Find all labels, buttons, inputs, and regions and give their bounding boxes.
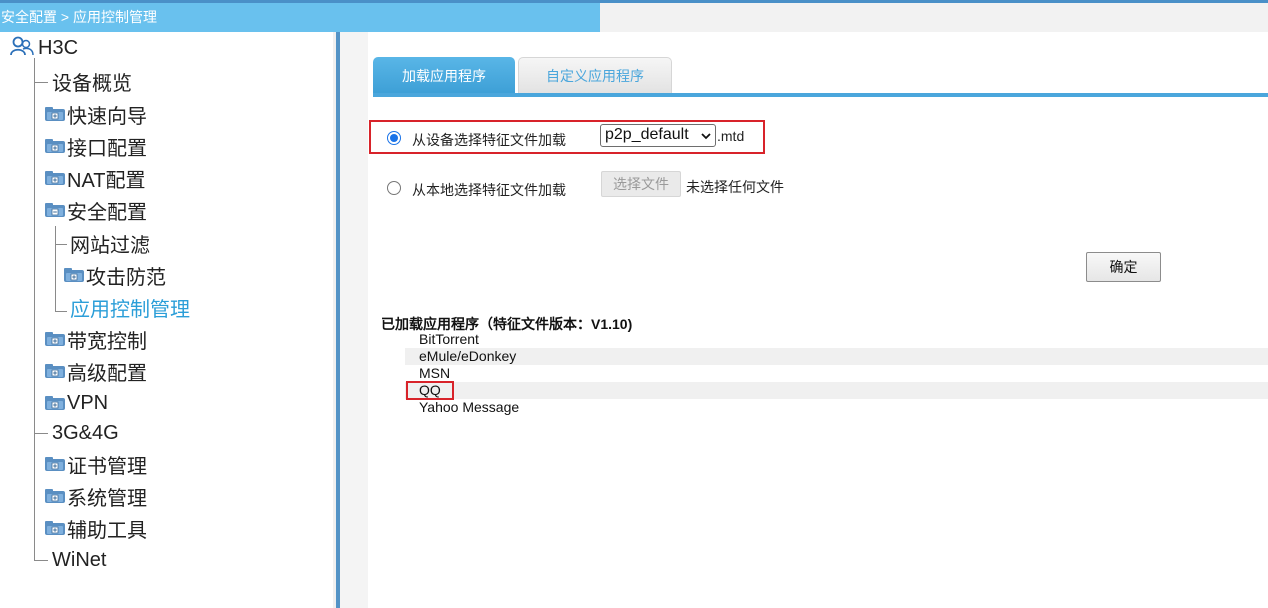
sidebar-item-security-config[interactable]: 安全配置	[44, 196, 147, 224]
sidebar-item-label: 带宽控制	[67, 330, 147, 353]
sidebar-item-attack-defense[interactable]: 攻击防范	[63, 261, 166, 289]
folder-expand-icon	[44, 363, 66, 379]
sidebar-item-certificate-mgmt[interactable]: 证书管理	[44, 450, 147, 478]
sidebar-item-system-mgmt[interactable]: 系统管理	[44, 482, 147, 510]
radio-label-local: 从本地选择特征文件加载	[412, 182, 566, 198]
list-item: QQ	[405, 382, 1268, 399]
sidebar-item-interface-config[interactable]: 接口配置	[44, 132, 147, 160]
tab-underline	[373, 93, 1268, 97]
sidebar-item-label: 快速向导	[67, 105, 147, 128]
sidebar-item-label: 安全配置	[67, 201, 147, 224]
tab-load-applications[interactable]: 加载应用程序	[373, 57, 515, 94]
sidebar-item-label: 系统管理	[67, 487, 147, 510]
folder-expand-icon	[44, 395, 66, 411]
sidebar-item-label: 攻击防范	[86, 266, 166, 289]
folder-expand-icon	[63, 267, 85, 283]
sidebar-item-advanced-config[interactable]: 高级配置	[44, 357, 147, 385]
radio-label-device: 从设备选择特征文件加载	[412, 132, 566, 148]
folder-expand-icon	[44, 138, 66, 154]
sidebar-item-overview[interactable]: 设备概览	[52, 67, 132, 95]
list-item: MSN	[419, 365, 451, 381]
tree-line	[55, 311, 67, 312]
choose-file-button[interactable]: 选择文件	[601, 171, 681, 197]
sidebar-item-nat-config[interactable]: NAT配置	[44, 164, 146, 192]
file-status-label: 未选择任何文件	[686, 179, 784, 195]
sidebar-item-label: 设备概览	[52, 72, 132, 95]
tree-line	[34, 433, 48, 434]
tree-line	[34, 560, 48, 561]
sidebar-item-label: 证书管理	[67, 455, 147, 478]
list-item: eMule/eDonkey	[405, 348, 1268, 365]
chevron-down-icon	[701, 133, 711, 140]
folder-collapse-icon	[44, 202, 66, 218]
sidebar-item-app-control[interactable]: 应用控制管理	[70, 293, 190, 321]
list-item: BitTorrent	[419, 331, 479, 347]
breadcrumb: 安全配置 > 应用控制管理	[0, 3, 600, 32]
folder-expand-icon	[44, 106, 66, 122]
sidebar-item-label: VPN	[67, 391, 109, 414]
sidebar-item-label: 3G&4G	[52, 421, 119, 444]
tree-line	[55, 226, 56, 312]
sidebar-item-winet[interactable]: WiNet	[52, 546, 106, 574]
sidebar-item-label: WiNet	[52, 548, 107, 571]
sidebar-item-web-filter[interactable]: 网站过滤	[70, 229, 150, 257]
radio-load-from-local[interactable]	[387, 181, 401, 195]
folder-expand-icon	[44, 488, 66, 504]
tree-line	[55, 244, 67, 245]
sidebar-item-label: 网站过滤	[70, 234, 150, 257]
highlight-box	[406, 381, 454, 400]
sidebar-root-label: H3C	[38, 36, 79, 59]
tree-line	[34, 58, 35, 560]
header-bar	[600, 3, 1268, 32]
sidebar-item-3g4g[interactable]: 3G&4G	[52, 419, 119, 447]
folder-expand-icon	[44, 170, 66, 186]
sidebar-root-h3c[interactable]: H3C	[9, 33, 78, 63]
list-item: Yahoo Message	[419, 399, 520, 415]
sidebar-item-label: 辅助工具	[67, 519, 147, 542]
tree-line	[34, 82, 48, 83]
sidebar-item-label: NAT配置	[67, 169, 146, 192]
content-margin	[340, 32, 368, 608]
folder-expand-icon	[44, 456, 66, 472]
confirm-button[interactable]: 确定	[1086, 252, 1161, 282]
sidebar-item-bandwidth-control[interactable]: 带宽控制	[44, 325, 147, 353]
sidebar-item-label: 高级配置	[67, 362, 147, 385]
users-icon	[9, 35, 35, 61]
signature-file-select[interactable]: p2p_default	[600, 124, 716, 147]
folder-expand-icon	[44, 331, 66, 347]
folder-expand-icon	[44, 520, 66, 536]
sidebar-item-label: 应用控制管理	[70, 298, 190, 321]
tab-custom-applications[interactable]: 自定义应用程序	[518, 57, 672, 94]
file-extension-label: .mtd	[717, 128, 745, 144]
select-value: p2p_default	[605, 126, 689, 143]
sidebar-item-label: 接口配置	[67, 137, 147, 160]
sidebar-item-tools[interactable]: 辅助工具	[44, 514, 147, 542]
sidebar-item-vpn[interactable]: VPN	[44, 389, 108, 417]
radio-load-from-device[interactable]	[387, 131, 401, 145]
sidebar-item-quick-wizard[interactable]: 快速向导	[44, 100, 147, 128]
